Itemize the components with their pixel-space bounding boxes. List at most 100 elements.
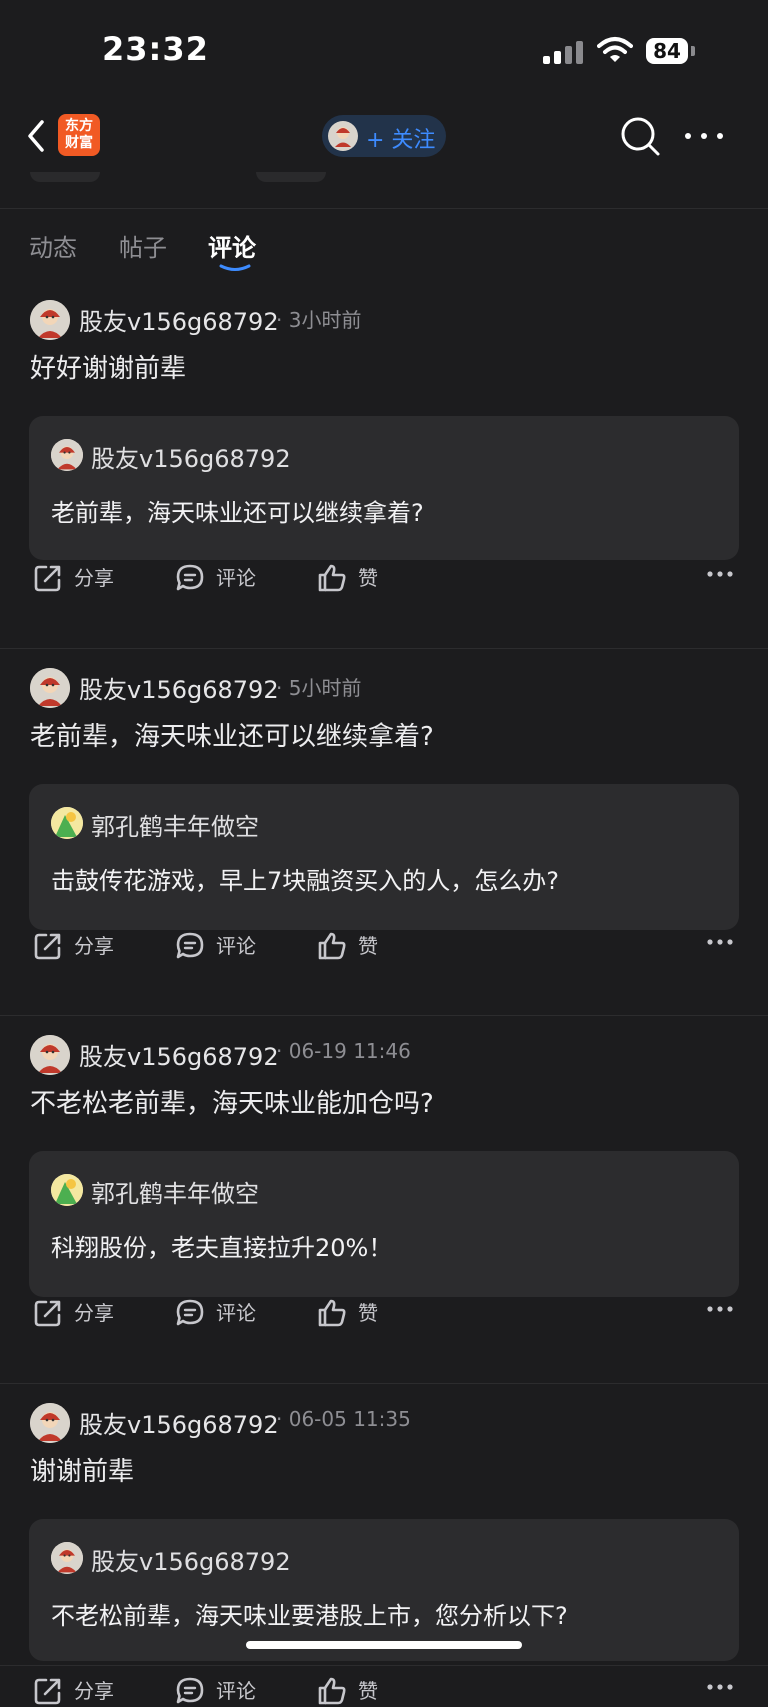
post-time: · 3小时前 (276, 308, 362, 332)
comment-icon (174, 558, 206, 591)
post-time: · 06-05 11:35 (276, 1407, 411, 1431)
app-logo[interactable]: 东方财富 (58, 114, 100, 156)
comment-item[interactable]: 股友v156g68792 · 06-19 11:46 不老松老前辈，海天味业能加… (0, 1015, 768, 1384)
share-button[interactable]: 分享 (32, 922, 122, 962)
author-name[interactable]: 股友v156g68792 (79, 1037, 279, 1072)
share-label: 分享 (74, 566, 114, 590)
quoted-author-name[interactable]: 郭孔鹤丰年做空 (91, 1174, 259, 1209)
author-avatar[interactable] (30, 300, 70, 340)
quoted-post[interactable]: 股友v156g68792 不老松前辈，海天味业要港股上市，您分析以下? (29, 1519, 739, 1661)
thumbs-up-icon (316, 926, 348, 960)
author-name[interactable]: 股友v156g68792 (79, 1405, 279, 1440)
quoted-author-name[interactable]: 股友v156g68792 (91, 1542, 291, 1577)
comment-actions: 分享 评论 赞 (0, 1667, 768, 1707)
share-button[interactable]: 分享 (32, 1289, 122, 1329)
follow-button[interactable]: + 关注 (322, 115, 446, 157)
share-label: 分享 (74, 1301, 114, 1325)
cellular-signal-icon (543, 40, 587, 64)
comment-actions: 分享 评论 赞 (0, 922, 768, 962)
quoted-post[interactable]: 郭孔鹤丰年做空 科翔股份，老夫直接拉升20%！ (29, 1151, 739, 1297)
comment-item[interactable]: 股友v156g68792 · 06-05 11:35 谢谢前辈 股友v156g6… (0, 1383, 768, 1705)
search-icon[interactable] (618, 114, 662, 158)
home-indicator (246, 1641, 522, 1649)
author-avatar[interactable] (30, 1035, 70, 1075)
quoted-post[interactable]: 郭孔鹤丰年做空 击鼓传花游戏，早上7块融资买入的人，怎么办? (29, 784, 739, 930)
like-button[interactable]: 赞 (316, 922, 386, 962)
more-options-icon[interactable] (706, 1305, 734, 1313)
comment-item[interactable]: 股友v156g68792 · 5小时前 老前辈，海天味业还可以继续拿着? 郭孔鹤… (0, 648, 768, 1016)
like-button[interactable]: 赞 (316, 1289, 386, 1329)
follow-label: + 关注 (366, 128, 436, 153)
comment-icon (174, 1293, 206, 1326)
author-name[interactable]: 股友v156g68792 (79, 302, 279, 337)
comment-text[interactable]: 老前辈，海天味业还可以继续拿着? (30, 716, 434, 753)
status-bar: 23:32 84 (0, 0, 768, 100)
tab-comments[interactable]: 评论 (208, 228, 256, 263)
quoted-text: 不老松前辈，海天味业要港股上市，您分析以下? (51, 1602, 568, 1630)
share-label: 分享 (74, 1679, 114, 1703)
wifi-icon (597, 37, 633, 62)
comment-icon (174, 926, 206, 959)
quoted-author-avatar (51, 807, 83, 839)
tab-posts[interactable]: 帖子 (119, 228, 167, 263)
comment-label: 评论 (216, 1301, 256, 1325)
comment-icon (174, 1671, 206, 1704)
like-button[interactable]: 赞 (316, 1667, 386, 1707)
post-time: · 06-19 11:46 (276, 1039, 411, 1063)
battery-tip (691, 46, 695, 56)
quoted-post[interactable]: 股友v156g68792 老前辈，海天味业还可以继续拿着? (29, 416, 739, 560)
profile-tabs: 动态 帖子 评论 (0, 208, 768, 280)
comment-button[interactable]: 评论 (174, 922, 264, 962)
quoted-author-avatar (51, 439, 83, 471)
comment-actions: 分享 评论 赞 (0, 554, 768, 594)
comment-button[interactable]: 评论 (174, 1289, 264, 1329)
share-icon (32, 558, 64, 592)
quoted-text: 击鼓传花游戏，早上7块融资买入的人，怎么办? (51, 867, 560, 895)
nav-bar: 东方财富 + 关注 (0, 100, 768, 172)
author-avatar[interactable] (30, 668, 70, 708)
more-options-icon[interactable] (706, 1683, 734, 1691)
quoted-author-avatar (51, 1542, 83, 1574)
like-button[interactable]: 赞 (316, 554, 386, 594)
author-name[interactable]: 股友v156g68792 (79, 670, 279, 705)
post-time: · 5小时前 (276, 676, 362, 700)
comment-button[interactable]: 评论 (174, 554, 264, 594)
share-label: 分享 (74, 934, 114, 958)
share-button[interactable]: 分享 (32, 1667, 122, 1707)
status-time: 23:32 (102, 30, 209, 68)
more-options-icon[interactable] (706, 938, 734, 946)
scrolled-header-remnant (0, 172, 768, 209)
app-logo-text: 东方财富 (65, 118, 93, 151)
active-tab-indicator (219, 264, 251, 271)
user-avatar-icon (328, 121, 358, 151)
quoted-author-name[interactable]: 郭孔鹤丰年做空 (91, 807, 259, 842)
comment-text[interactable]: 好好谢谢前辈 (30, 348, 186, 385)
comment-actions: 分享 评论 赞 (0, 1289, 768, 1329)
quoted-author-avatar (51, 1174, 83, 1206)
comment-text[interactable]: 谢谢前辈 (30, 1451, 134, 1488)
comment-label: 评论 (216, 934, 256, 958)
more-options-icon[interactable] (706, 570, 734, 578)
comment-label: 评论 (216, 1679, 256, 1703)
quoted-author-name[interactable]: 股友v156g68792 (91, 439, 291, 474)
comment-item[interactable]: 股友v156g68792 · 3小时前 好好谢谢前辈 股友v156g68792 … (0, 280, 768, 649)
share-icon (32, 926, 64, 960)
quoted-text: 老前辈，海天味业还可以继续拿着? (51, 499, 424, 527)
thumbs-up-icon (316, 1293, 348, 1327)
like-label: 赞 (358, 1679, 378, 1703)
back-arrow-icon[interactable] (22, 118, 52, 154)
tab-dynamics[interactable]: 动态 (29, 228, 77, 263)
quoted-text: 科翔股份，老夫直接拉升20%！ (51, 1234, 393, 1262)
like-label: 赞 (358, 1301, 378, 1325)
comment-button[interactable]: 评论 (174, 1667, 264, 1707)
thumbs-up-icon (316, 1671, 348, 1705)
share-icon (32, 1293, 64, 1327)
share-icon (32, 1671, 64, 1705)
more-options-icon[interactable] (682, 124, 726, 148)
comment-text[interactable]: 不老松老前辈，海天味业能加仓吗? (30, 1083, 434, 1120)
like-label: 赞 (358, 566, 378, 590)
comment-label: 评论 (216, 566, 256, 590)
share-button[interactable]: 分享 (32, 554, 122, 594)
author-avatar[interactable] (30, 1403, 70, 1443)
thumbs-up-icon (316, 558, 348, 592)
